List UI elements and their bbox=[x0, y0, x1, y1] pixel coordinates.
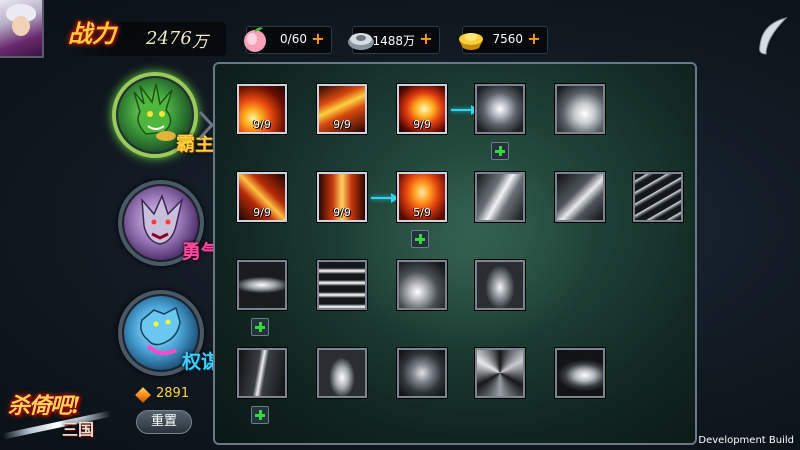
silver-icon bbox=[348, 33, 374, 50]
skill-tornado[interactable] bbox=[475, 260, 525, 310]
unlock-arrow bbox=[451, 105, 479, 115]
skill-tree-panel: 9/9 9/9 9/9 9/9 9/9 5/9 bbox=[213, 62, 697, 445]
fist-orb-icon bbox=[399, 350, 445, 396]
skill-level: 5/9 bbox=[413, 206, 431, 219]
player-avatar[interactable] bbox=[0, 0, 44, 58]
spec-tab-courage[interactable]: 勇气 bbox=[118, 180, 220, 266]
skill-fire-streak-1[interactable]: 9/9 bbox=[237, 84, 287, 134]
game-logo: 杀倚吧! 三国 bbox=[2, 380, 122, 450]
back-button[interactable] bbox=[756, 16, 788, 56]
vortex-icon bbox=[477, 350, 523, 396]
add-gold-button[interactable]: + bbox=[527, 31, 541, 47]
skill-level: 9/9 bbox=[333, 118, 351, 131]
resource-gold: 7560 + bbox=[459, 26, 548, 54]
skill-level: 9/9 bbox=[333, 206, 351, 219]
skill-steel-arrows[interactable] bbox=[475, 172, 525, 222]
skill-gale[interactable] bbox=[555, 348, 605, 398]
skill-fist-orb[interactable] bbox=[397, 348, 447, 398]
reset-button[interactable]: 重置 bbox=[136, 410, 192, 434]
peach-icon bbox=[244, 27, 266, 52]
skill-shockwave[interactable] bbox=[475, 84, 525, 134]
blade-wave-icon bbox=[239, 262, 285, 308]
skill-fire-arrows[interactable]: 5/9 bbox=[397, 172, 447, 222]
lightning-icon bbox=[239, 350, 285, 396]
steel-arrows-icon bbox=[477, 174, 523, 220]
skill-meteor-strike[interactable] bbox=[397, 260, 447, 310]
add-stamina-button[interactable]: + bbox=[311, 31, 325, 47]
skill-fire-rain[interactable]: 9/9 bbox=[317, 84, 367, 134]
spec-tab-strategy[interactable]: 权谋 bbox=[118, 290, 220, 376]
add-silver-button[interactable]: + bbox=[419, 31, 433, 47]
skill-fire-burst[interactable]: 9/9 bbox=[397, 84, 447, 134]
skill-spirit-flame[interactable] bbox=[317, 348, 367, 398]
skill-vortex[interactable] bbox=[475, 348, 525, 398]
tornado-icon bbox=[477, 262, 523, 308]
gold-ingot-icon bbox=[459, 33, 483, 50]
wind-slash-icon bbox=[557, 174, 603, 220]
power-unit: 万 bbox=[192, 32, 209, 51]
skill-level: 9/9 bbox=[253, 206, 271, 219]
learn-skill-button[interactable] bbox=[251, 318, 269, 336]
skill-flame-slash[interactable]: 9/9 bbox=[237, 172, 287, 222]
skill-blade-wave[interactable] bbox=[237, 260, 287, 310]
gem-icon bbox=[135, 387, 151, 403]
resource-value: 0/60 bbox=[280, 32, 307, 46]
skill-level: 9/9 bbox=[413, 118, 431, 131]
top-bar: 战力 2476 万 0/60 + 1488万 + 7560 + bbox=[0, 0, 800, 62]
spirit-flame-icon bbox=[319, 350, 365, 396]
skill-arrow-storm[interactable] bbox=[633, 172, 683, 222]
gale-icon bbox=[557, 350, 603, 396]
resource-silver: 1488万 + bbox=[348, 26, 440, 54]
meteor-strike-icon bbox=[399, 262, 445, 308]
skill-wind-slash[interactable] bbox=[555, 172, 605, 222]
skill-level: 9/9 bbox=[253, 118, 271, 131]
shockwave-icon bbox=[477, 86, 523, 132]
resource-value: 7560 bbox=[492, 32, 523, 46]
learn-skill-button[interactable] bbox=[411, 230, 429, 248]
whirl-blades-icon bbox=[319, 262, 365, 308]
power-label: 战力 bbox=[68, 19, 116, 48]
dev-build-label: Development Build bbox=[698, 435, 794, 446]
unlock-arrow bbox=[371, 193, 399, 203]
spec-tab-overlord[interactable]: 霸主 bbox=[112, 72, 214, 158]
learn-skill-button[interactable] bbox=[491, 142, 509, 160]
resource-stamina: 0/60 + bbox=[244, 26, 332, 54]
learn-skill-button[interactable] bbox=[251, 406, 269, 424]
logo-line2: 三国 bbox=[62, 420, 95, 439]
skill-fire-pillar[interactable]: 9/9 bbox=[317, 172, 367, 222]
resource-value: 1488万 bbox=[372, 34, 415, 48]
skill-comet[interactable] bbox=[555, 84, 605, 134]
skill-whirl-blades[interactable] bbox=[317, 260, 367, 310]
skill-points-value: 2891 bbox=[156, 386, 190, 401]
skill-lightning[interactable] bbox=[237, 348, 287, 398]
comet-icon bbox=[557, 86, 603, 132]
active-spec-pointer bbox=[198, 110, 214, 140]
arrow-storm-icon bbox=[635, 174, 681, 220]
avatar-face bbox=[12, 16, 30, 36]
power-value: 2476 bbox=[146, 28, 192, 49]
